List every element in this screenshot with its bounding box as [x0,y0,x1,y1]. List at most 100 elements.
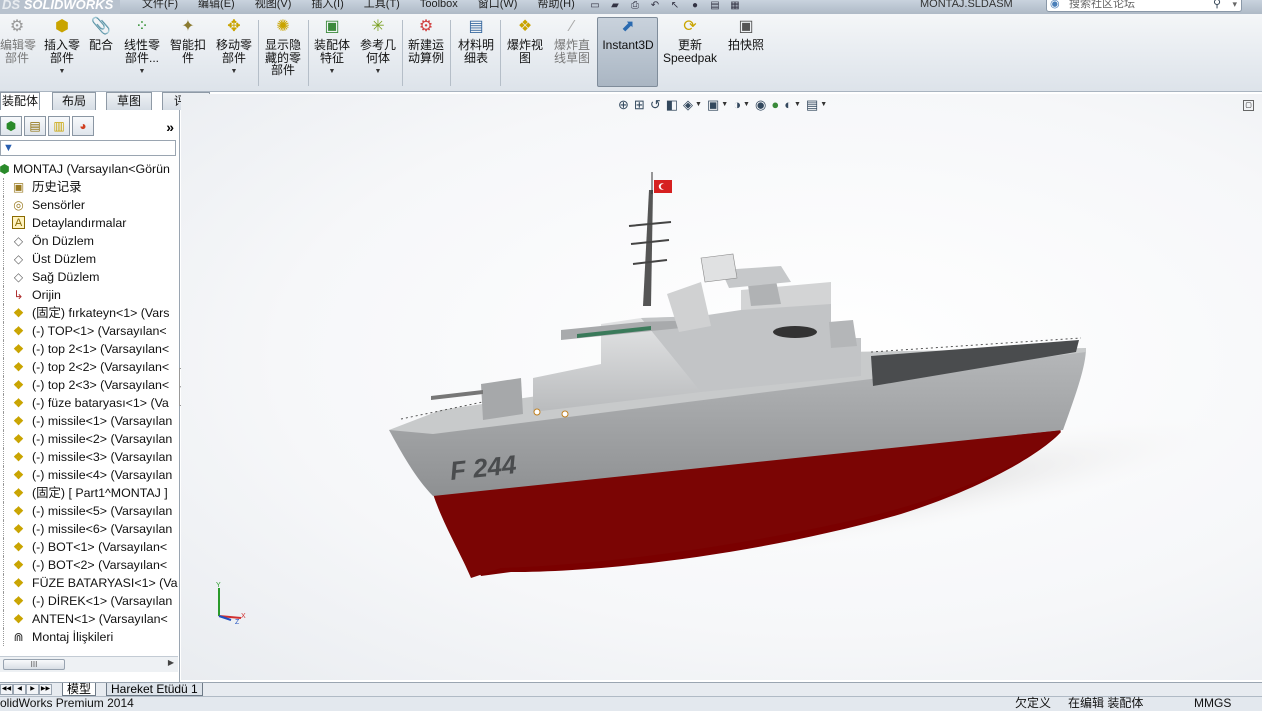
insert-component-button[interactable]: ⬢ 插入零 部件 ▼ [40,18,84,79]
mate-button[interactable]: 📎 配合 [86,18,116,52]
tree-item-component[interactable]: ❖ (-) top 2<3> (Varsayılan< [0,376,178,394]
tree-item-component[interactable]: ❖ (-) missile<2> (Varsayılan [0,430,178,448]
chevron-down-icon[interactable]: ▼ [695,96,702,114]
search-icon[interactable]: ⚲ [1213,0,1221,11]
print-icon[interactable]: ⎙ [628,0,642,12]
undo-icon[interactable]: ↶ [648,0,662,12]
move-component-button[interactable]: ✥ 移动零 部件 ▼ [212,18,256,79]
chevron-down-icon[interactable]: ▼ [120,66,164,79]
tree-item-origin[interactable]: ↳ Orijin [0,286,178,304]
tree-item-component[interactable]: ❖ FÜZE BATARYASI<1> (Va [0,574,178,592]
snapshot-button[interactable]: ▣ 拍快照 [722,18,770,52]
configuration-manager-tab-icon[interactable]: ▥ [48,116,70,136]
explode-line-sketch-button[interactable]: ⁄ 爆炸直 线草图 [550,18,594,64]
tab-sketch[interactable]: 草图 [106,92,152,110]
tree-item-component[interactable]: ❖ (-) missile<4> (Varsayılan [0,466,178,484]
status-units[interactable]: MMGS [1194,694,1231,711]
section-view-icon[interactable]: ◧ [666,96,678,114]
tree-item-component[interactable]: ❖ (-) BOT<1> (Varsayılan< [0,538,178,556]
tree-item-component[interactable]: ❖ (-) missile<1> (Varsayılan [0,412,178,430]
smart-fasteners-button[interactable]: ✦ 智能扣 件 [166,18,210,64]
tree-item-component[interactable]: ❖ (-) top 2<1> (Varsayılan< [0,340,178,358]
tree-root-assembly[interactable]: ⬢ MONTAJ (Varsayılan<Görün [0,160,178,178]
tree-item-component[interactable]: ❖ (-) missile<3> (Varsayılan [0,448,178,466]
linear-pattern-button[interactable]: ⁘ 线性零 部件... ▼ [120,18,164,79]
solidworks-logo[interactable]: DS SOLIDWORKS [0,0,120,14]
scroll-right-arrow-icon[interactable]: ▶ [168,658,174,667]
frigate-model[interactable]: F 244 [181,94,1262,680]
exploded-view-button[interactable]: ❖ 爆炸视 图 [502,18,548,64]
tree-item-sensors[interactable]: ◎ Sensörler [0,196,178,214]
zoom-to-area-icon[interactable]: ⊞ [634,96,645,114]
options-icon[interactable]: ▦ [728,0,742,12]
reference-geometry-button[interactable]: ✳ 参考几 何体 ▼ [356,18,400,79]
bill-of-materials-button[interactable]: ▤ 材料明 细表 [454,18,498,64]
dynamic-annotation-icon[interactable]: ◈ [683,96,693,114]
display-manager-tab-icon[interactable]: ◕ [72,116,94,136]
chevron-down-icon[interactable]: ▼ [310,66,354,79]
tree-item-component[interactable]: ❖ (-) DİREK<1> (Varsayılan [0,592,178,610]
tree-item-component[interactable]: ❖ (固定) [ Part1^MONTAJ ] [0,484,178,502]
menu-edit[interactable]: 编辑(E) [188,0,245,12]
new-motion-study-button[interactable]: ⚙ 新建运 动算例 [404,18,448,64]
update-speedpak-button[interactable]: ⟳ 更新 Speedpak [662,18,718,64]
instant3d-button-content[interactable]: ⬈ Instant3D [598,18,658,52]
tree-horizontal-scrollbar[interactable]: III ▶ [0,656,178,672]
new-document-icon[interactable]: ▭ [588,0,602,12]
tree-item-front-plane[interactable]: ◇ Ön Düzlem [0,232,178,250]
chevron-down-icon[interactable]: ▼ [743,96,750,114]
property-manager-tab-icon[interactable]: ▤ [24,116,46,136]
tree-item-component[interactable]: ❖ (-) top 2<2> (Varsayılan< [0,358,178,376]
tree-item-annotations[interactable]: A Detaylandırmalar [0,214,178,232]
scrollbar-thumb[interactable]: III [3,659,65,670]
view-settings-icon[interactable]: ▤ [806,96,818,114]
tab-layout[interactable]: 布局 [52,92,96,110]
tree-item-component[interactable]: ❖ (-) füze bataryası<1> (Va [0,394,178,412]
previous-view-icon[interactable]: ↺ [650,96,661,114]
search-input[interactable]: ◉ 搜索社区论坛 ⚲ ▾ [1046,0,1242,12]
menu-window[interactable]: 窗口(W) [468,0,528,12]
tree-item-component[interactable]: ❖ (-) missile<5> (Varsayılan [0,502,178,520]
edit-appearance-icon[interactable]: ● [771,96,779,114]
menu-view[interactable]: 视图(V) [245,0,302,12]
display-style-icon[interactable]: ◑ [733,96,741,114]
tree-item-component[interactable]: ❖ (-) BOT<2> (Varsayılan< [0,556,178,574]
view-orientation-icon[interactable]: ▣ [707,96,719,114]
tree-item-component[interactable]: ❖ (-) missile<6> (Varsayılan [0,520,178,538]
tree-item-top-plane[interactable]: ◇ Üst Düzlem [0,250,178,268]
chevron-down-icon[interactable]: ▼ [820,96,827,114]
tree-item-right-plane[interactable]: ◇ Sağ Düzlem [0,268,178,286]
filter-icon[interactable]: ▼ [3,142,14,154]
menu-file[interactable]: 文件(F) [132,0,188,12]
chevron-right-icon[interactable]: » [166,118,174,138]
apply-scene-icon[interactable]: ◐ [784,96,792,114]
edit-component-button[interactable]: ⚙ 编辑零 部件 [0,18,36,64]
rebuild-icon[interactable]: ● [688,0,702,12]
menu-toolbox[interactable]: Toolbox [410,0,468,12]
menu-tools[interactable]: 工具(T) [354,0,410,12]
chevron-down-icon[interactable]: ▼ [721,96,728,114]
tree-item-component[interactable]: ❖ (-) TOP<1> (Varsayılan< [0,322,178,340]
assembly-features-button[interactable]: ▣ 装配体 特征 ▼ [310,18,354,79]
chevron-down-icon[interactable]: ▾ [1232,0,1237,11]
tree-item-mates[interactable]: ⋒ Montaj İlişkileri [0,628,178,646]
maximize-viewport-icon[interactable]: ▢ [1243,100,1254,111]
file-properties-icon[interactable]: ▤ [708,0,722,12]
tree-item-history[interactable]: ▣ 历史记录 [0,178,178,196]
menu-insert[interactable]: 插入(I) [301,0,353,12]
show-hidden-components-button[interactable]: ✺ 显示隐 藏的零 部件 [260,18,306,77]
menu-help[interactable]: 帮助(H) [527,0,584,12]
chevron-down-icon[interactable]: ▼ [40,66,84,79]
tree-filter-input[interactable]: ▼ [0,140,176,156]
tree-item-component[interactable]: ❖ (固定) fırkateyn<1> (Vars [0,304,178,322]
zoom-to-fit-icon[interactable]: ⊕ [618,96,629,114]
select-cursor-icon[interactable]: ↖ [668,0,682,12]
chevron-down-icon[interactable]: ▼ [212,66,256,79]
feature-tree-tab-icon[interactable]: ⬢ [0,116,22,136]
graphics-viewport[interactable]: F 244 ⊕ ⊞ ↺ ◧ ◈ ▼ ▣ ▼ ◑ ▼ ◉ ● ◐ ▼ ▤ ▼ ▢ [181,94,1262,680]
chevron-down-icon[interactable]: ▼ [356,66,400,79]
tree-item-component[interactable]: ❖ ANTEN<1> (Varsayılan< [0,610,178,628]
open-folder-icon[interactable]: ▰ [608,0,622,12]
tab-assembly[interactable]: 装配体 [0,92,40,110]
hide-show-items-icon[interactable]: ◉ [755,96,766,114]
